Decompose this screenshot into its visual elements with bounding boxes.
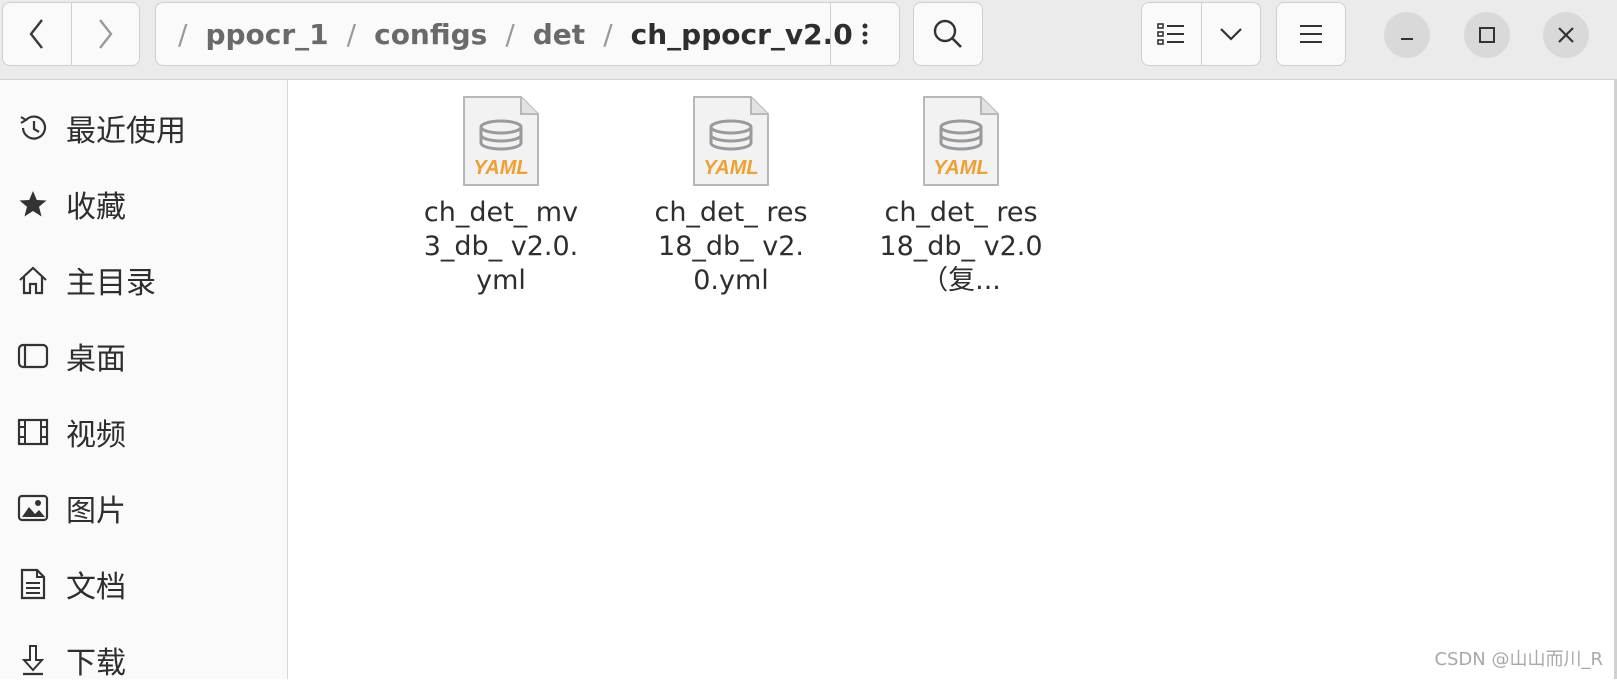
view-toggle-group — [1141, 2, 1261, 66]
sidebar-item-label: 收藏 — [66, 190, 126, 225]
sidebar-item-label: 主目录 — [66, 266, 156, 301]
file-item[interactable]: YAML ch_det_ res18_db_ v2.0.yml — [641, 94, 821, 298]
sidebar-item-starred[interactable]: 收藏 — [0, 174, 287, 234]
breadcrumb-ppocr-1[interactable]: ppocr_1 — [205, 18, 328, 51]
path-menu-button[interactable] — [830, 3, 899, 65]
list-view-icon — [1157, 23, 1185, 45]
svg-text:YAML: YAML — [703, 157, 758, 179]
sidebar-item-label: 视频 — [66, 418, 126, 453]
file-view[interactable]: YAML ch_det_ mv3_db_ v2.0.yml YAML ch_de… — [288, 80, 1617, 679]
nav-button-group — [2, 2, 140, 66]
file-item[interactable]: YAML ch_det_ res18_db_ v2.0（复... — [871, 94, 1051, 298]
path-separator: / — [346, 17, 357, 51]
sidebar-item-label: 桌面 — [66, 342, 126, 377]
breadcrumb-configs[interactable]: configs — [374, 18, 487, 51]
path-separator: / — [603, 17, 613, 51]
chevron-right-icon — [99, 19, 113, 49]
sidebar-item-label: 图片 — [66, 494, 126, 529]
close-button[interactable] — [1543, 12, 1589, 58]
yaml-file-icon: YAML — [923, 96, 999, 186]
document-icon — [16, 567, 50, 601]
header-bar: / ppocr_1 / configs / det / ch_ppocr_v2.… — [0, 0, 1617, 80]
minimize-icon — [1401, 38, 1413, 40]
back-button[interactable] — [3, 3, 71, 65]
sidebar-item-desktop[interactable]: 桌面 — [0, 326, 287, 386]
search-icon — [933, 19, 962, 48]
maximize-button[interactable] — [1464, 12, 1510, 58]
file-name: ch_det_ mv3_db_ v2.0.yml — [423, 197, 579, 296]
view-options-button[interactable] — [1200, 3, 1261, 65]
sidebar-item-pictures[interactable]: 图片 — [0, 478, 287, 538]
sidebar-item-label: 文档 — [66, 570, 126, 605]
sidebar: 最近使用 收藏 主目录 桌面 视频 图片 文档 下载 — [0, 80, 288, 681]
sidebar-item-label: 最近使用 — [66, 114, 186, 149]
breadcrumb-current[interactable]: ch_ppocr_v2.0 — [631, 18, 853, 51]
path-bar: / ppocr_1 / configs / det / ch_ppocr_v2.… — [155, 2, 900, 66]
path-separator: / — [505, 17, 515, 51]
file-name: ch_det_ res18_db_ v2.0（复... — [879, 197, 1043, 296]
star-icon — [16, 187, 50, 221]
file-name: ch_det_ res18_db_ v2.0.yml — [654, 197, 808, 296]
more-vertical-icon — [862, 23, 868, 45]
hamburger-icon — [1300, 25, 1322, 43]
path-separator: / — [178, 17, 188, 51]
sidebar-item-label: 下载 — [66, 646, 126, 681]
maximize-icon — [1479, 27, 1495, 43]
sidebar-item-videos[interactable]: 视频 — [0, 402, 287, 462]
picture-icon — [16, 491, 50, 525]
sidebar-item-downloads[interactable]: 下载 — [0, 630, 287, 690]
close-icon — [1558, 27, 1574, 43]
file-item[interactable]: YAML ch_det_ mv3_db_ v2.0.yml — [411, 94, 591, 298]
main-menu-button[interactable] — [1276, 2, 1346, 66]
svg-text:YAML: YAML — [473, 157, 528, 179]
list-view-button[interactable] — [1142, 3, 1201, 65]
breadcrumb-det[interactable]: det — [533, 18, 585, 51]
yaml-file-icon: YAML — [693, 96, 769, 186]
sidebar-item-home[interactable]: 主目录 — [0, 250, 287, 310]
svg-text:YAML: YAML — [933, 157, 988, 179]
sidebar-item-documents[interactable]: 文档 — [0, 554, 287, 614]
video-icon — [16, 415, 50, 449]
recent-icon — [16, 111, 50, 145]
search-button[interactable] — [913, 2, 983, 66]
desktop-icon — [16, 339, 50, 373]
yaml-file-icon: YAML — [463, 96, 539, 186]
sidebar-item-recent[interactable]: 最近使用 — [0, 98, 287, 158]
forward-button[interactable] — [70, 3, 140, 65]
download-icon — [16, 643, 50, 677]
chevron-down-icon — [1219, 28, 1242, 41]
minimize-button[interactable] — [1384, 12, 1430, 58]
watermark: CSDN @山山而川_R — [1434, 649, 1603, 670]
chevron-left-icon — [29, 19, 43, 49]
home-icon — [16, 263, 50, 297]
